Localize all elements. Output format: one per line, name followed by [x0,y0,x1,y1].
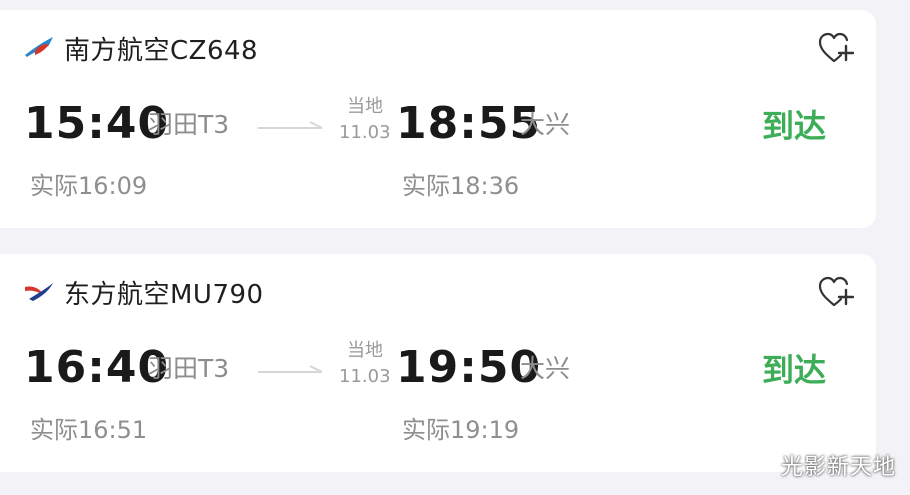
watermark: 光影新天地 [780,455,896,480]
arrow-right-icon [258,365,323,373]
china-southern-logo-icon [22,33,56,63]
airline-flight-number: 南方航空CZ648 [64,35,259,66]
status-badge: 到达 [762,351,827,389]
actual-arrival: 实际19:19 [402,416,520,444]
flight-date: 11.03 [339,122,391,143]
actual-departure: 实际16:51 [30,416,148,444]
heart-plus-icon[interactable] [818,32,855,66]
status-badge: 到达 [762,107,827,145]
arrival-airport: 大兴 [520,354,571,383]
arrival-airport: 大兴 [520,110,571,139]
flight-card[interactable]: 东方航空MU790 16:40 羽田T3 当地 11.03 19:50 大兴 到… [0,254,876,472]
airline-header: 东方航空MU790 [22,272,264,312]
airline-header: 南方航空CZ648 [22,28,258,68]
china-eastern-logo-icon [22,277,56,307]
departure-airport: 羽田T3 [148,354,230,383]
airline-flight-number: 东方航空MU790 [64,279,264,310]
flight-card[interactable]: 南方航空CZ648 15:40 羽田T3 当地 11.03 18:55 大兴 到… [0,10,876,228]
flight-date: 11.03 [339,366,391,387]
local-time-tag: 当地 [347,96,383,117]
actual-departure: 实际16:09 [30,172,148,200]
local-time-tag: 当地 [347,340,383,361]
arrow-right-icon [258,121,323,129]
heart-plus-icon[interactable] [818,276,855,310]
actual-arrival: 实际18:36 [402,172,520,200]
departure-airport: 羽田T3 [148,110,230,139]
